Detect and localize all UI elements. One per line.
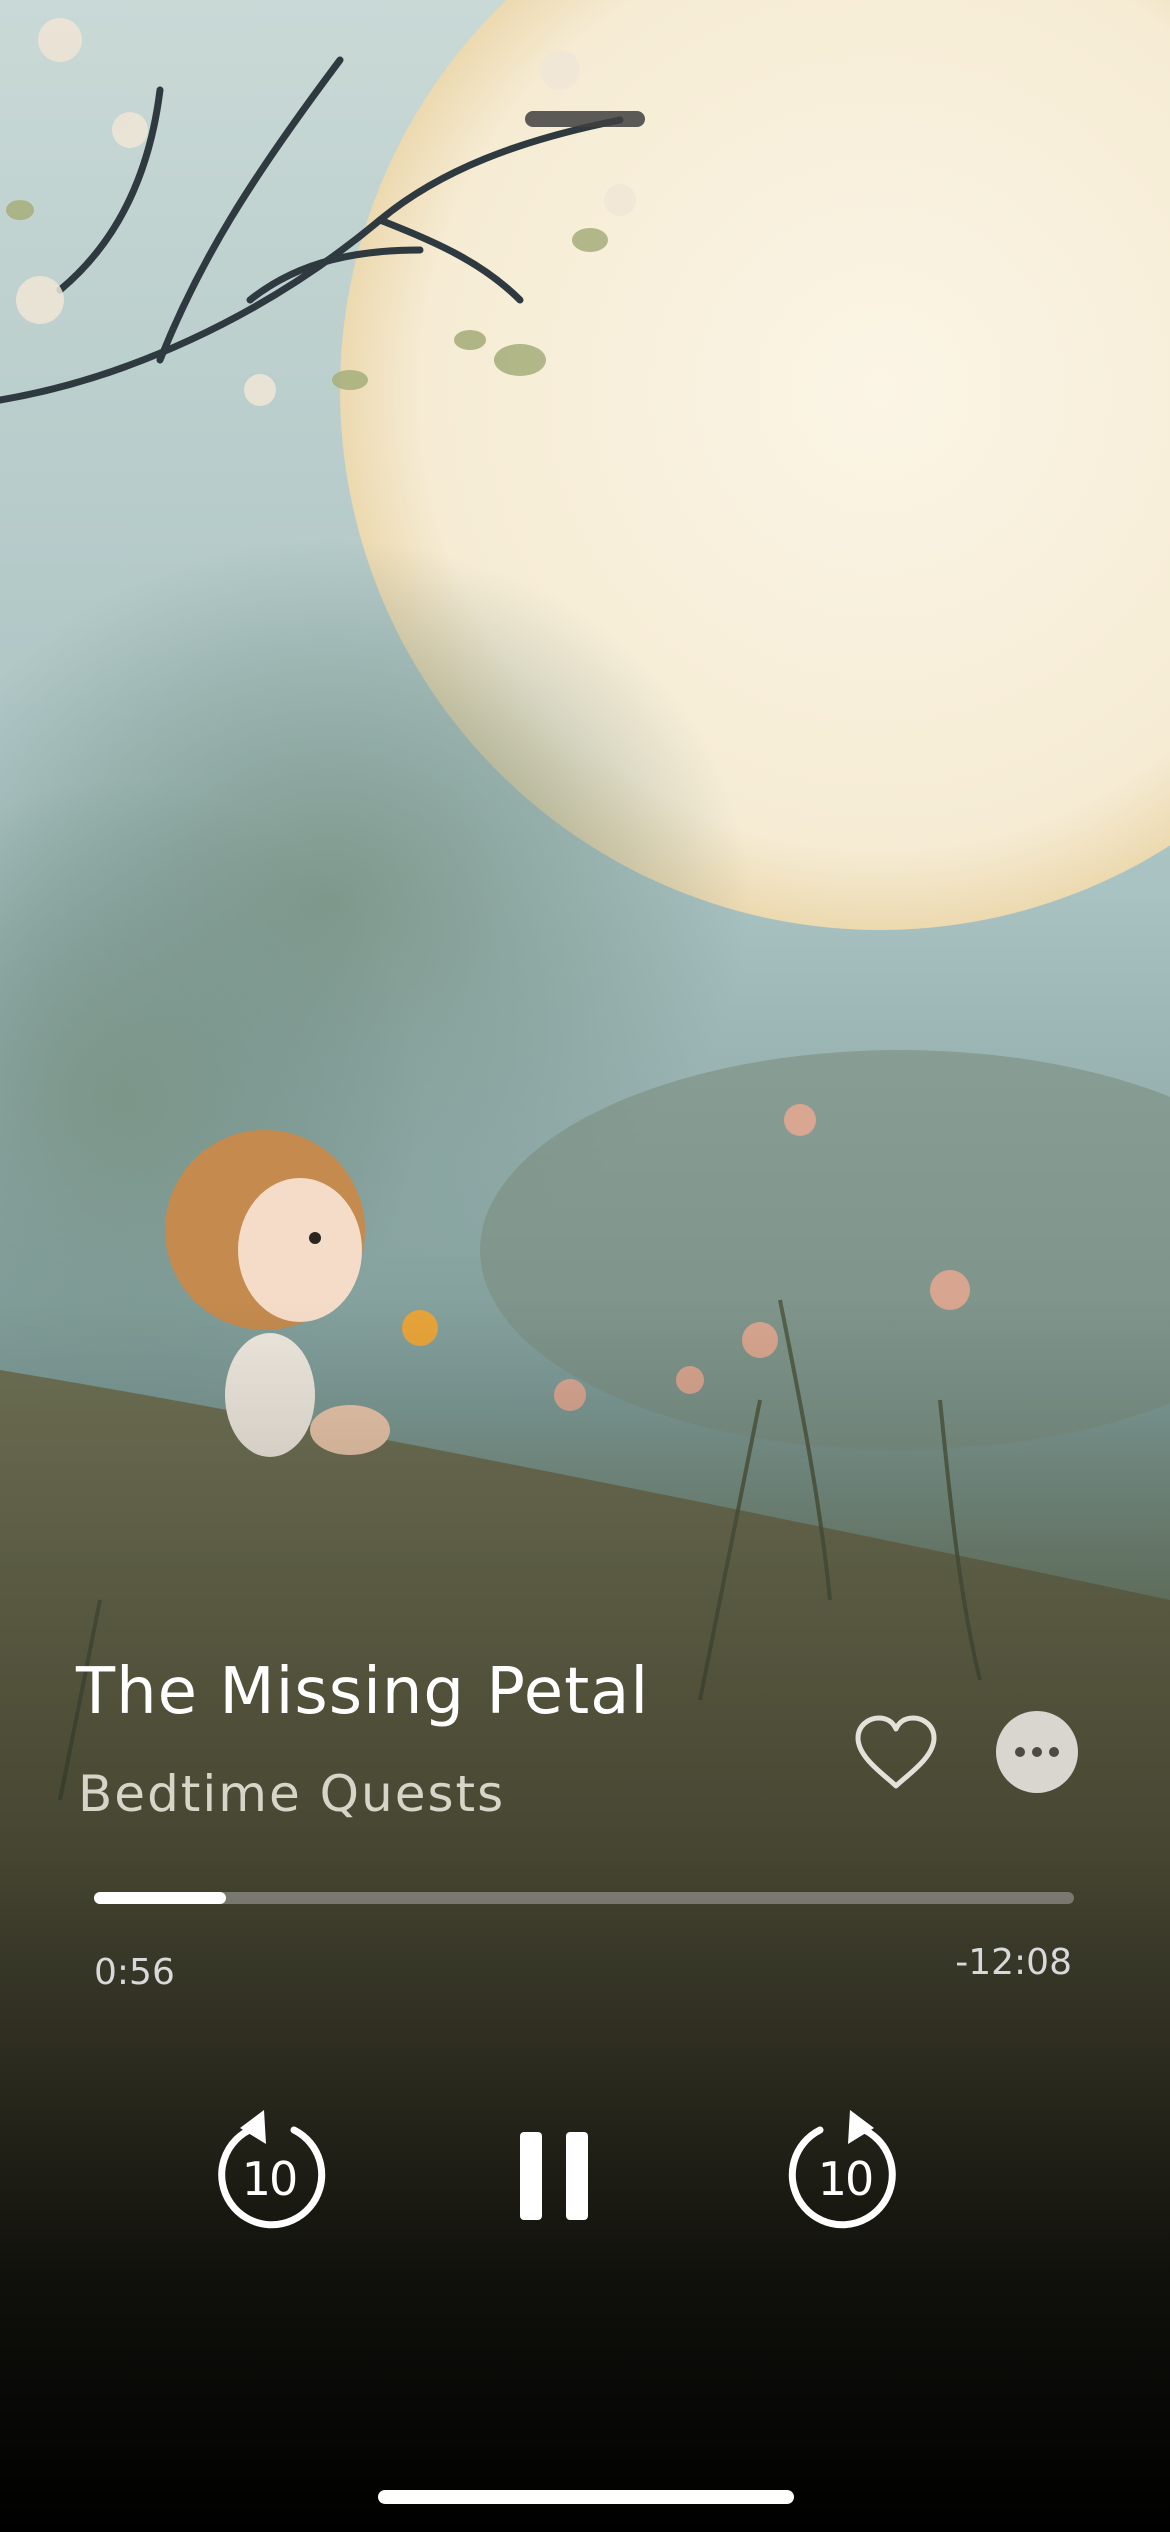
- now-playing-screen: The Missing Petal Bedtime Quests 0:56 -1…: [0, 0, 1170, 2532]
- remaining-time: -12:08: [955, 1942, 1072, 1983]
- heart-outline-icon[interactable]: [852, 1712, 940, 1792]
- ellipsis-icon: [1015, 1747, 1025, 1757]
- series-name[interactable]: Bedtime Quests: [78, 1765, 505, 1823]
- elapsed-time: 0:56: [94, 1952, 175, 1993]
- progress-fill: [94, 1892, 227, 1904]
- home-indicator[interactable]: [378, 2490, 794, 2504]
- pause-button[interactable]: [518, 2132, 590, 2220]
- progress-scrubber[interactable]: [94, 1892, 1074, 1904]
- more-options-button[interactable]: [996, 1711, 1078, 1793]
- episode-title: The Missing Petal: [76, 1655, 650, 1729]
- sheet-grabber[interactable]: [525, 111, 645, 127]
- skip-forward-button[interactable]: 10: [786, 2108, 904, 2234]
- skip-forward-seconds: 10: [817, 2152, 875, 2206]
- pause-icon: [520, 2132, 588, 2220]
- skip-back-seconds: 10: [241, 2152, 299, 2206]
- skip-back-button[interactable]: 10: [210, 2108, 328, 2234]
